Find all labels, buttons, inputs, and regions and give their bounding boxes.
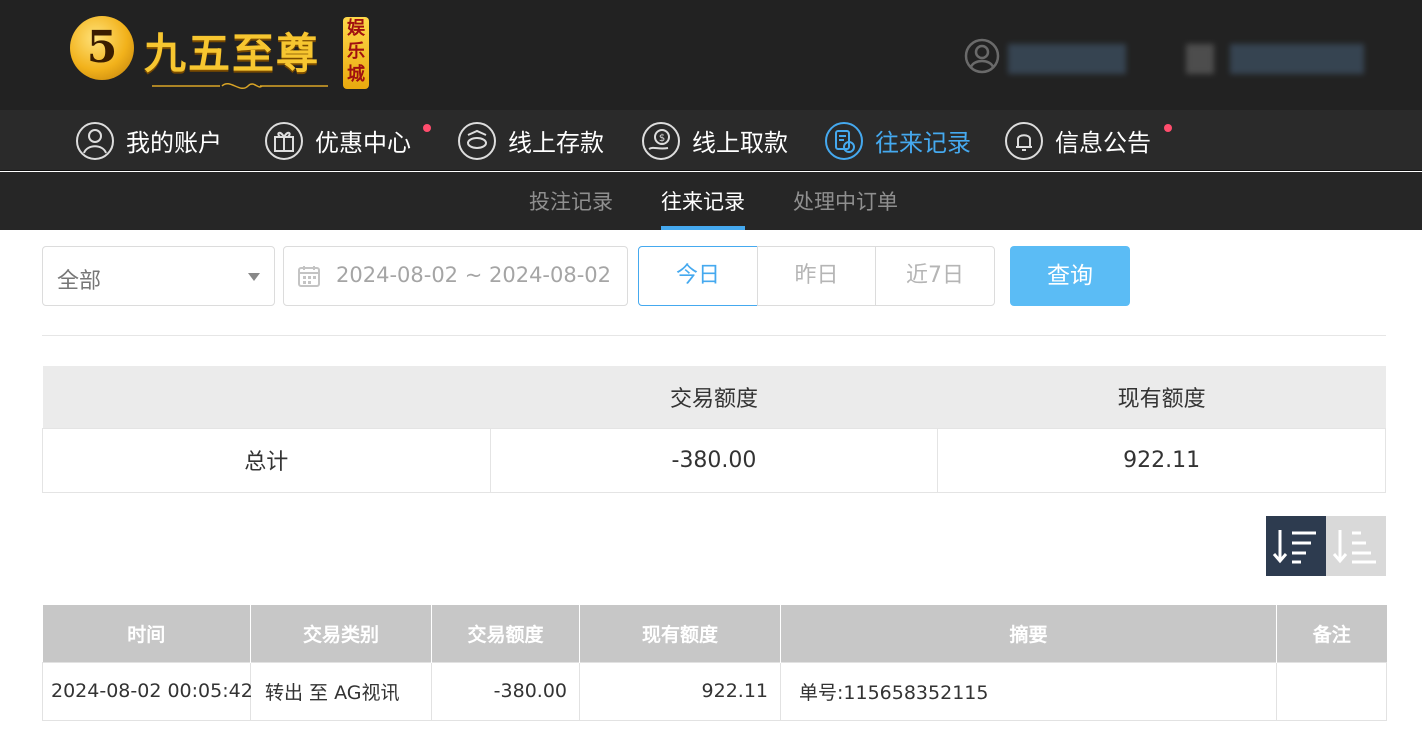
cell-amount: -380.00 [431,661,580,721]
tab-transaction-records[interactable]: 往来记录 [661,186,745,216]
logo-badge: 娱 乐 城 [343,17,369,89]
sub-navigation: 投注记录 往来记录 处理中订单 [0,172,1422,230]
col-header-time[interactable]: 时间 [42,605,251,662]
badge-char: 城 [347,64,365,85]
nav-label: 优惠中心 [315,129,411,157]
user-avatar-icon[interactable] [964,38,1000,74]
summary-header-row: 交易额度 现有额度 [42,366,1386,428]
cell-remark [1276,661,1387,721]
logo-emblem: 5 [70,16,134,80]
cell-type: 转出 至 AG视讯 [250,661,432,721]
bell-icon [1005,121,1043,160]
nav-label: 信息公告 [1055,129,1151,157]
col-header-summary[interactable]: 摘要 [780,605,1277,662]
type-select-value: 全部 [57,269,102,294]
chevron-down-icon [248,273,260,281]
brand-name: 九五至尊 [144,29,321,78]
nav-promotions[interactable]: 优惠中心 [263,110,411,171]
divider [42,335,1386,336]
summary-table: 交易额度 现有额度 总计 -380.00 922.11 [42,366,1386,493]
records-header-row: 时间 交易类别 交易额度 现有额度 摘要 备注 [42,605,1387,662]
redacted-balance-label [1186,44,1214,74]
quick-range-last-7-days[interactable]: 近7日 [875,246,995,306]
notification-dot [423,124,431,132]
summary-header-blank [42,366,491,428]
date-range-input[interactable]: 2024-08-02 ~ 2024-08-02 [283,246,628,306]
nav-online-withdraw[interactable]: $ 线上取款 [640,110,788,171]
redacted-username [1008,44,1126,74]
summary-header-amount: 交易额度 [490,366,938,428]
notification-dot [1164,124,1172,132]
redacted-balance [1230,44,1364,74]
type-select[interactable]: 全部 [42,246,275,306]
svg-text:$: $ [659,133,665,144]
table-row[interactable]: 2024-08-02 00:05:42 转出 至 AG视讯 -380.00 92… [42,661,1387,721]
col-header-amount[interactable]: 交易额度 [431,605,580,662]
withdraw-icon: $ [642,121,680,160]
records-icon [825,121,863,160]
nav-label: 往来记录 [875,129,971,157]
summary-row: 总计 -380.00 922.11 [42,427,1386,493]
sort-ascending-icon [1332,530,1376,564]
sort-ascending-button[interactable] [1326,516,1386,576]
top-header: 5 九五至尊 娱 乐 城 [0,0,1422,110]
tab-bet-records[interactable]: 投注记录 [529,186,613,216]
quick-range-yesterday[interactable]: 昨日 [757,246,876,306]
nav-label: 我的账户 [126,129,222,157]
query-button[interactable]: 查询 [1010,246,1130,306]
logo-ornament [152,83,328,89]
active-tab-indicator [661,226,745,230]
badge-char: 乐 [347,41,365,62]
deposit-icon [458,121,496,160]
records-table: 时间 交易类别 交易额度 现有额度 摘要 备注 2024-08-02 00:05… [42,605,1387,721]
nav-online-deposit[interactable]: 线上存款 [456,110,604,171]
brand-logo[interactable]: 5 九五至尊 娱 乐 城 [70,14,375,96]
summary-header-balance: 现有额度 [937,366,1386,428]
nav-announcements[interactable]: 信息公告 [1003,110,1151,171]
summary-total-label: 总计 [42,427,491,493]
quick-range-today[interactable]: 今日 [638,246,758,306]
col-header-balance[interactable]: 现有额度 [579,605,781,662]
cell-balance: 922.11 [579,661,781,721]
col-header-remark[interactable]: 备注 [1276,605,1387,662]
badge-char: 娱 [347,18,365,39]
cell-summary: 单号:115658352115 [780,661,1277,721]
calendar-icon [298,266,320,287]
nav-label: 线上存款 [508,129,604,157]
col-header-type[interactable]: 交易类别 [250,605,432,662]
date-range-value: 2024-08-02 ~ 2024-08-02 [336,263,612,287]
nav-label: 线上取款 [692,129,788,157]
main-navigation: 我的账户 优惠中心 线上存款 $ 线上取款 往来记录 信息公告 [0,110,1422,171]
gift-icon [265,121,303,160]
tab-pending-orders[interactable]: 处理中订单 [793,186,898,216]
summary-total-amount: -380.00 [489,427,939,493]
nav-my-account[interactable]: 我的账户 [74,110,222,171]
user-circle-icon [76,121,114,160]
cell-time: 2024-08-02 00:05:42 [42,661,253,721]
sort-descending-button[interactable] [1266,516,1326,576]
sort-descending-icon [1272,530,1316,564]
nav-transaction-records[interactable]: 往来记录 [823,110,971,171]
summary-total-balance: 922.11 [937,427,1386,493]
user-account-area[interactable] [964,38,1374,74]
